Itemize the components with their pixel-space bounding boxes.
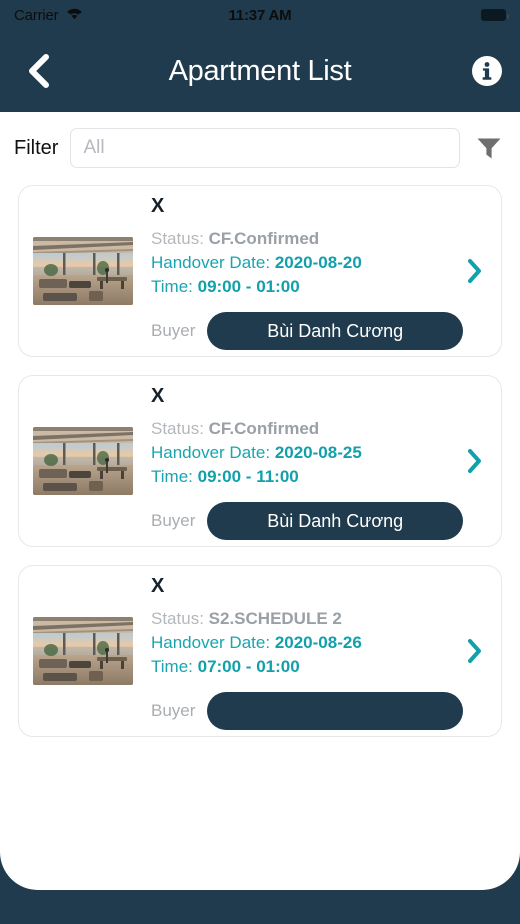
info-button[interactable] — [470, 54, 504, 88]
apartment-name: X — [151, 575, 165, 597]
apartment-name: X — [151, 385, 165, 407]
buyer-label: Buyer — [151, 701, 196, 720]
row-detail-button[interactable] — [463, 636, 487, 666]
table-row[interactable]: X Status: CF.Confirmed Handover Date: 20… — [18, 185, 502, 357]
navigation-bar: Apartment List — [0, 30, 520, 112]
apartment-interior-photo — [33, 237, 133, 305]
chevron-right-icon — [468, 449, 481, 473]
status-label: Status: — [151, 229, 204, 248]
time-value: 07:00 - 01:00 — [197, 657, 300, 676]
time-label: Time: — [151, 657, 193, 676]
handover-date-value: 2020-08-26 — [274, 633, 362, 652]
time-value: 09:00 - 11:00 — [197, 467, 299, 486]
info-circle-icon — [472, 56, 502, 86]
buyer-button[interactable]: Bùi Danh Cương — [207, 312, 463, 350]
buyer-label: Buyer — [151, 511, 196, 530]
table-row[interactable]: X Status: S2.SCHEDULE 2 Handover Date: 2… — [18, 565, 502, 737]
handover-date-value: 2020-08-25 — [274, 443, 362, 462]
handover-date-label: Handover Date: — [151, 253, 271, 272]
chevron-right-icon — [468, 639, 481, 663]
status-bar: Carrier 11:37 AM — [0, 0, 520, 30]
handover-date-value: 2020-08-20 — [274, 253, 362, 272]
time-value: 09:00 - 01:00 — [197, 277, 300, 296]
status-value: S2.SCHEDULE 2 — [208, 609, 342, 628]
back-button[interactable] — [16, 49, 60, 93]
battery-full-icon — [481, 9, 509, 21]
status-bar-right — [481, 9, 509, 21]
table-row[interactable]: X Status: CF.Confirmed Handover Date: 20… — [18, 375, 502, 547]
status-bar-left: Carrier — [14, 6, 84, 25]
buyer-label: Buyer — [151, 321, 196, 340]
status-label: Status: — [151, 609, 204, 628]
apartment-details: X Status: CF.Confirmed Handover Date: 20… — [151, 376, 489, 546]
handover-date-label: Handover Date: — [151, 443, 271, 462]
buyer-row: Buyer Bùi Danh Cương — [151, 312, 463, 350]
status-line: Status: S2.SCHEDULE 2 — [151, 607, 463, 631]
apartment-interior-photo — [33, 617, 133, 685]
filter-funnel-button[interactable] — [472, 131, 506, 165]
buyer-button[interactable]: Bùi Danh Cương — [207, 502, 463, 540]
time-label: Time: — [151, 277, 193, 296]
apartment-details: X Status: S2.SCHEDULE 2 Handover Date: 2… — [151, 566, 489, 736]
status-label: Status: — [151, 419, 204, 438]
time-line: Time: 09:00 - 01:00 — [151, 275, 463, 299]
buyer-row: Buyer Bùi Danh Cương — [151, 502, 463, 540]
status-line: Status: CF.Confirmed — [151, 227, 463, 251]
chevron-left-icon — [29, 54, 49, 88]
chevron-right-icon — [468, 259, 481, 283]
time-line: Time: 09:00 - 11:00 — [151, 465, 463, 489]
apartment-list: X Status: CF.Confirmed Handover Date: 20… — [0, 182, 520, 737]
handover-date-label: Handover Date: — [151, 633, 271, 652]
apartment-interior-photo — [33, 427, 133, 495]
content-sheet: Filter All X Status: CF.Confirmed Handov… — [0, 112, 520, 890]
handover-date-line: Handover Date: 2020-08-26 — [151, 631, 463, 655]
time-label: Time: — [151, 467, 193, 486]
funnel-filter-icon — [477, 138, 501, 159]
status-line: Status: CF.Confirmed — [151, 417, 463, 441]
carrier-label: Carrier — [14, 6, 59, 24]
buyer-row: Buyer — [151, 692, 463, 730]
handover-date-line: Handover Date: 2020-08-25 — [151, 441, 463, 465]
filter-row: Filter — [0, 112, 520, 182]
page-title: Apartment List — [168, 54, 352, 87]
buyer-button[interactable] — [207, 692, 463, 730]
handover-date-line: Handover Date: 2020-08-20 — [151, 251, 463, 275]
status-value: CF.Confirmed — [208, 229, 320, 248]
wifi-icon — [65, 6, 84, 25]
row-detail-button[interactable] — [463, 446, 487, 476]
apartment-details: X Status: CF.Confirmed Handover Date: 20… — [151, 186, 489, 356]
apartment-name: X — [151, 195, 165, 217]
status-value: CF.Confirmed — [208, 419, 320, 438]
filter-label: Filter — [14, 136, 59, 159]
time-line: Time: 07:00 - 01:00 — [151, 655, 463, 679]
filter-input[interactable] — [70, 128, 460, 168]
row-detail-button[interactable] — [463, 256, 487, 286]
